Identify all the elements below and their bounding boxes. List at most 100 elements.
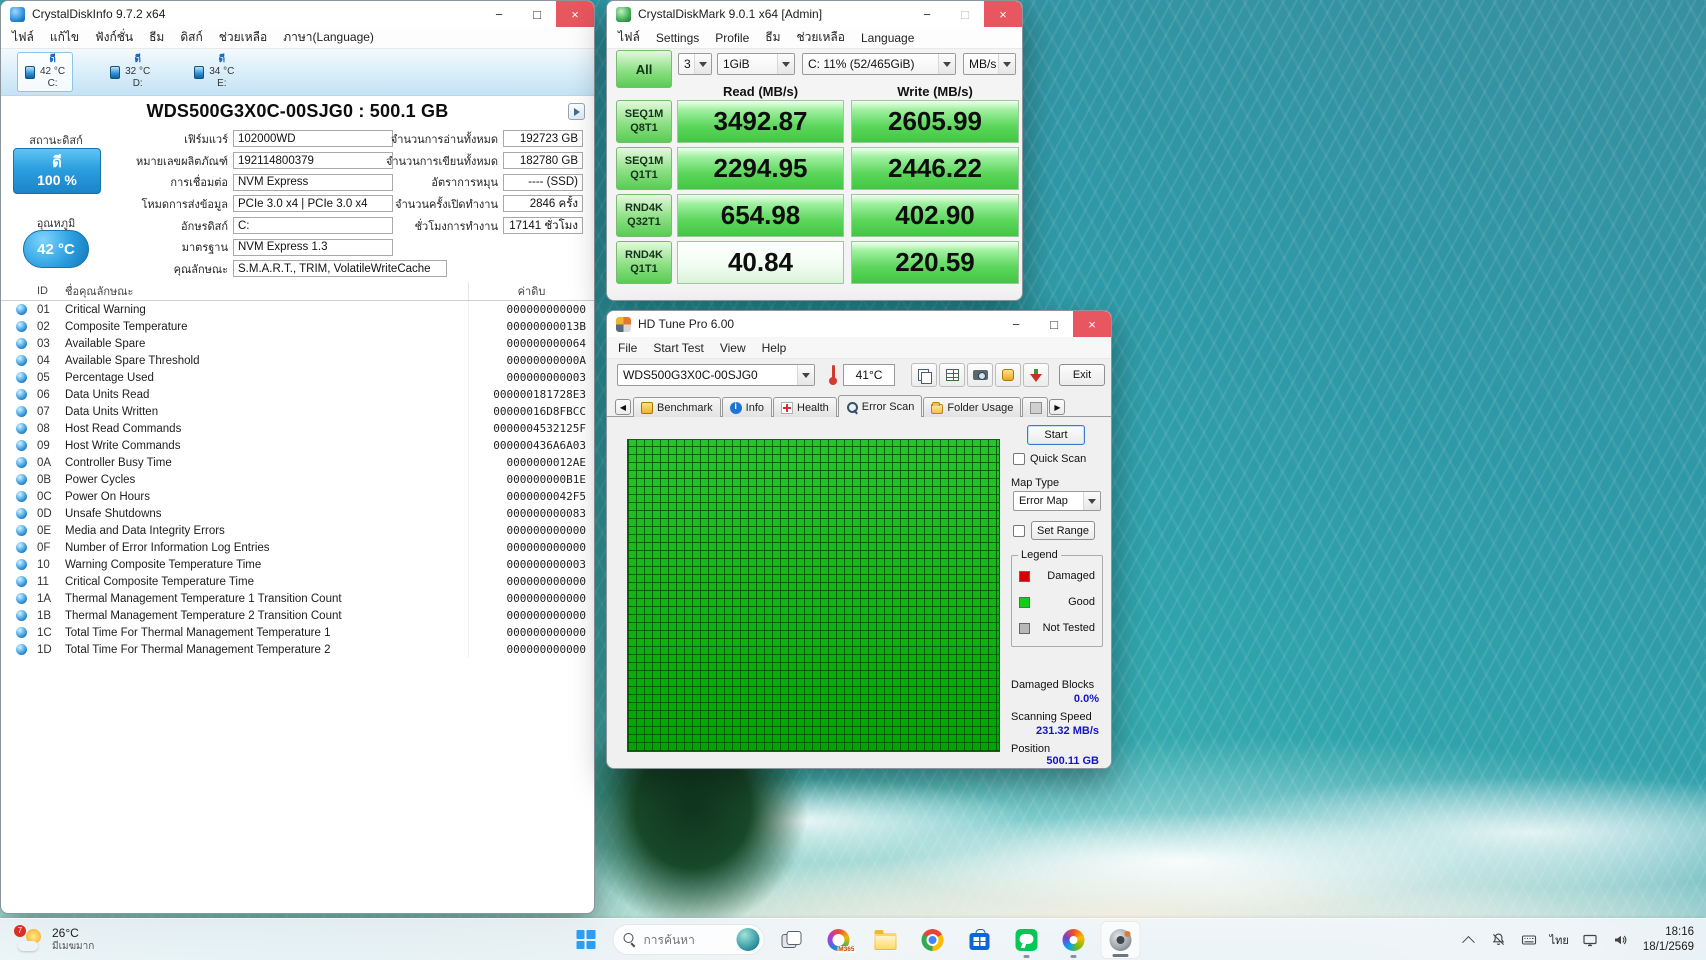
smart-table-row[interactable]: 0A Controller Busy Time 0000000012AE bbox=[1, 454, 594, 471]
cdi-minimize-button[interactable]: − bbox=[480, 1, 518, 27]
hdtune-maximize-button[interactable]: □ bbox=[1035, 311, 1073, 337]
weather-widget[interactable]: 7 26°C มีเมฆมาก bbox=[10, 919, 102, 960]
cdi-menu-item[interactable]: ฟังก์ชั่น bbox=[87, 26, 141, 49]
cdi-menu-item[interactable]: ดิสก์ bbox=[172, 26, 210, 49]
cdi-titlebar[interactable]: CrystalDiskInfo 9.7.2 x64 − □ × bbox=[1, 1, 594, 27]
smart-table-row[interactable]: 1D Total Time For Thermal Management Tem… bbox=[1, 641, 594, 658]
cdm-menu-item[interactable]: ช่วยเหลือ bbox=[789, 26, 854, 49]
cdm-test-button[interactable]: SEQ1M Q8T1 bbox=[616, 100, 672, 143]
hdtune-minimize-button[interactable]: − bbox=[997, 311, 1035, 337]
hdtune-menu-item[interactable]: File bbox=[610, 339, 645, 357]
smart-table-row[interactable]: 0E Media and Data Integrity Errors 00000… bbox=[1, 522, 594, 539]
smart-table-row[interactable]: 05 Percentage Used 000000000003 bbox=[1, 369, 594, 386]
line-app-button[interactable] bbox=[1007, 921, 1047, 959]
cdm-count-select[interactable]: 3 bbox=[678, 53, 712, 75]
smart-table-row[interactable]: 03 Available Spare 000000000064 bbox=[1, 335, 594, 352]
smart-table-row[interactable]: 07 Data Units Written 00000016D8FBCC bbox=[1, 403, 594, 420]
cdi-drive-item[interactable]: ดี 34 °C E: bbox=[187, 53, 241, 91]
quick-scan-checkbox[interactable] bbox=[1013, 453, 1025, 465]
cdm-minimize-button[interactable]: − bbox=[908, 1, 946, 27]
hdtune-drive-select[interactable]: WDS500G3X0C-00SJG0 bbox=[617, 364, 815, 386]
tab-scroll-right-button[interactable]: ▶ bbox=[1049, 399, 1065, 415]
smart-table-row[interactable]: 0B Power Cycles 000000000B1E bbox=[1, 471, 594, 488]
photos-app-button[interactable] bbox=[1054, 921, 1094, 959]
smart-table-row[interactable]: 0D Unsafe Shutdowns 000000000083 bbox=[1, 505, 594, 522]
hdtune-close-button[interactable]: × bbox=[1073, 311, 1111, 337]
smart-table-row[interactable]: 09 Host Write Commands 000000436A6A03 bbox=[1, 437, 594, 454]
cdm-all-button[interactable]: All bbox=[616, 50, 672, 88]
smart-table-row[interactable]: 1B Thermal Management Temperature 2 Tran… bbox=[1, 607, 594, 624]
map-type-select[interactable]: Error Map bbox=[1013, 491, 1101, 511]
start-scan-button[interactable]: Start bbox=[1027, 425, 1085, 445]
smart-table-row[interactable]: 11 Critical Composite Temperature Time 0… bbox=[1, 573, 594, 590]
cdm-test-button[interactable]: SEQ1M Q1T1 bbox=[616, 147, 672, 190]
cdm-size-select[interactable]: 1GiB bbox=[717, 53, 795, 75]
cdm-target-drive-select[interactable]: C: 11% (52/465GiB) bbox=[802, 53, 956, 75]
chrome-button[interactable] bbox=[913, 921, 953, 959]
hdtune-menu-item[interactable]: Help bbox=[754, 339, 795, 357]
copy-button[interactable] bbox=[911, 363, 937, 387]
cdi-drive-item[interactable]: ดี 42 °C C: bbox=[17, 52, 73, 92]
cdm-menu-item[interactable]: Language bbox=[853, 29, 922, 47]
cdi-drive-item[interactable]: ดี 32 °C D: bbox=[103, 53, 157, 91]
hdtune-menu-item[interactable]: View bbox=[712, 339, 754, 357]
cdm-titlebar[interactable]: CrystalDiskMark 9.0.1 x64 [Admin] − □ × bbox=[607, 1, 1022, 27]
cdi-menu-item[interactable]: ภาษา(Language) bbox=[275, 26, 382, 49]
file-explorer-button[interactable] bbox=[866, 921, 906, 959]
cdi-maximize-button[interactable]: □ bbox=[518, 1, 556, 27]
taskbar-search[interactable] bbox=[613, 924, 765, 955]
smart-table-row[interactable]: 0F Number of Error Information Log Entri… bbox=[1, 539, 594, 556]
tab-truncated[interactable]: E bbox=[1022, 397, 1048, 417]
input-language-button[interactable]: ไทย bbox=[1546, 924, 1573, 956]
tab-benchmark[interactable]: Benchmark bbox=[633, 397, 721, 417]
download-button[interactable] bbox=[1023, 363, 1049, 387]
cdm-menu-item[interactable]: Settings bbox=[648, 29, 707, 47]
volume-button[interactable] bbox=[1607, 924, 1633, 956]
task-view-button[interactable] bbox=[772, 921, 812, 959]
smart-table-row[interactable]: 06 Data Units Read 000000181728E3 bbox=[1, 386, 594, 403]
cdi-menu-item[interactable]: ไฟล์ bbox=[4, 26, 42, 49]
smart-table-row[interactable]: 02 Composite Temperature 00000000013B bbox=[1, 318, 594, 335]
cdi-close-button[interactable]: × bbox=[556, 1, 594, 27]
screenshot-button[interactable] bbox=[967, 363, 993, 387]
store-button[interactable] bbox=[960, 921, 1000, 959]
cdm-close-button[interactable]: × bbox=[984, 1, 1022, 27]
cdm-menu-item[interactable]: ไฟล์ bbox=[610, 26, 648, 49]
smart-table-row[interactable]: 10 Warning Composite Temperature Time 00… bbox=[1, 556, 594, 573]
cdm-menu-item[interactable]: ธีม bbox=[757, 26, 788, 49]
cdi-next-disk-button[interactable] bbox=[568, 103, 585, 120]
smart-table-row[interactable]: 0C Power On Hours 0000000042F5 bbox=[1, 488, 594, 505]
cdi-temperature-box[interactable]: 42 °C bbox=[23, 230, 89, 268]
network-button[interactable] bbox=[1577, 924, 1603, 956]
hdtune-titlebar[interactable]: HD Tune Pro 6.00 − □ × bbox=[607, 311, 1111, 337]
cdm-unit-select[interactable]: MB/s bbox=[963, 53, 1016, 75]
export-button[interactable] bbox=[939, 363, 965, 387]
tab-error-scan[interactable]: Error Scan bbox=[838, 395, 923, 417]
start-button[interactable] bbox=[566, 921, 606, 959]
tools-button[interactable] bbox=[995, 363, 1021, 387]
notifications-off-button[interactable] bbox=[1486, 924, 1512, 956]
hdtune-menu-item[interactable]: Start Test bbox=[645, 339, 711, 357]
cdm-menu-item[interactable]: Profile bbox=[707, 29, 757, 47]
hdtune-taskbar-button[interactable] bbox=[1101, 921, 1141, 959]
tab-folder-usage[interactable]: Folder Usage bbox=[923, 397, 1021, 417]
exit-button[interactable]: Exit bbox=[1059, 364, 1105, 386]
clock[interactable]: 18:16 18/1/2569 bbox=[1637, 924, 1700, 956]
cdm-test-button[interactable]: RND4K Q32T1 bbox=[616, 194, 672, 237]
search-input[interactable] bbox=[644, 933, 726, 947]
smart-table-row[interactable]: 04 Available Spare Threshold 00000000000… bbox=[1, 352, 594, 369]
cdi-health-status-box[interactable]: ดี 100 % bbox=[13, 148, 101, 194]
m365-copilot-button[interactable]: M365 bbox=[819, 921, 859, 959]
tab-scroll-left-button[interactable]: ◀ bbox=[615, 399, 631, 415]
smart-table-row[interactable]: 1A Thermal Management Temperature 1 Tran… bbox=[1, 590, 594, 607]
smart-table-row[interactable]: 08 Host Read Commands 0000004532125F bbox=[1, 420, 594, 437]
cdi-menu-item[interactable]: ธีม bbox=[141, 26, 172, 49]
touch-keyboard-button[interactable] bbox=[1516, 924, 1542, 956]
tray-overflow-button[interactable] bbox=[1456, 924, 1482, 956]
cdi-menu-item[interactable]: แก้ไข bbox=[42, 26, 87, 49]
set-range-button[interactable]: Set Range bbox=[1031, 521, 1095, 540]
cdi-menu-item[interactable]: ช่วยเหลือ bbox=[211, 26, 276, 49]
smart-table-row[interactable]: 1C Total Time For Thermal Management Tem… bbox=[1, 624, 594, 641]
set-range-checkbox[interactable] bbox=[1013, 525, 1025, 537]
tab-health[interactable]: Health bbox=[773, 397, 837, 417]
